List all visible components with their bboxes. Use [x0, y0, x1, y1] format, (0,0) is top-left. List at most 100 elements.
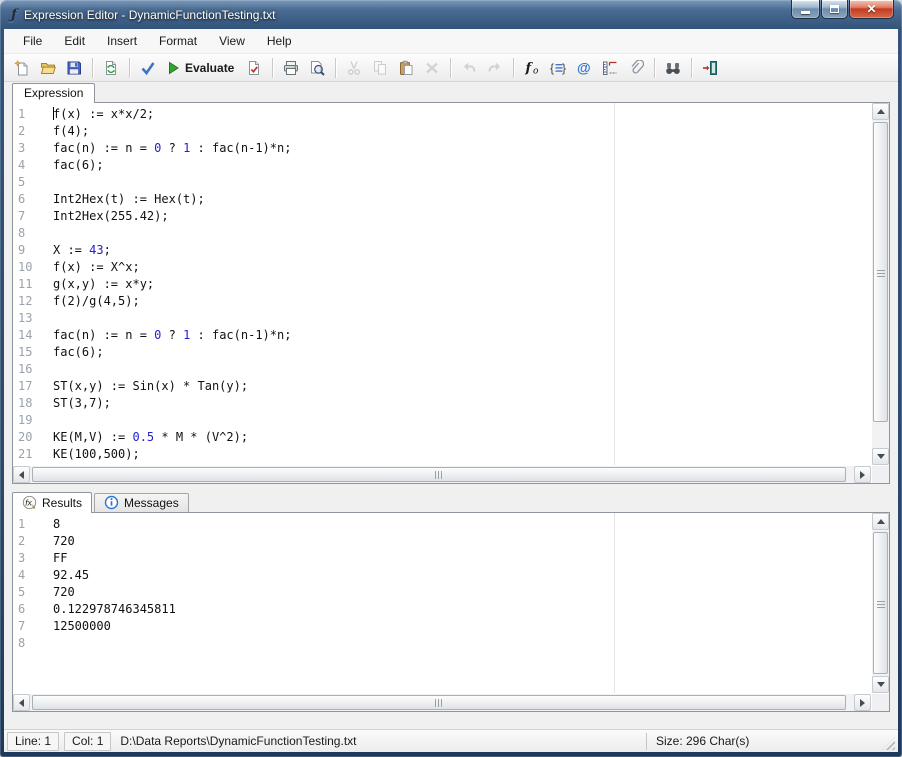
resize-grip[interactable] — [882, 737, 895, 750]
menu-edit[interactable]: Edit — [53, 31, 96, 51]
code-line[interactable]: ST(x,y) := Sin(x) * Tan(y); — [53, 378, 871, 395]
find-icon — [665, 60, 681, 76]
expression-list-button[interactable]: {} — [546, 56, 570, 79]
menu-file[interactable]: File — [12, 31, 53, 51]
code-line[interactable]: fac(n) := n = 0 ? 1 : fac(n-1)*n; — [53, 327, 871, 344]
code-line[interactable]: Int2Hex(t) := Hex(t); — [53, 191, 871, 208]
maximize-button[interactable] — [821, 0, 848, 19]
output-tabstrip: fx Results Messages — [12, 490, 890, 512]
results-vscroll-thumb[interactable] — [873, 532, 888, 674]
result-line[interactable]: 8 — [53, 516, 871, 533]
code-line[interactable]: KE(M,V) := 0.5 * M * (V^2); — [53, 429, 871, 446]
code-line[interactable] — [53, 174, 871, 191]
line-number: 18 — [18, 395, 53, 412]
expression-editor[interactable]: 123456789101112131415161718192021 f(x) :… — [12, 102, 890, 484]
editor-horizontal-scrollbar[interactable] — [13, 466, 871, 483]
results-panel[interactable]: 12345678 8720FF92.457200.122978746345811… — [12, 512, 890, 712]
results-vertical-scrollbar[interactable] — [872, 513, 889, 693]
result-line[interactable]: 0.122978746345811 — [53, 601, 871, 618]
redo-button[interactable] — [483, 56, 507, 79]
delete-button[interactable] — [420, 56, 444, 79]
code-line[interactable]: f(2)/g(4,5); — [53, 293, 871, 310]
scroll-down-button[interactable] — [872, 676, 889, 693]
result-line[interactable]: 720 — [53, 533, 871, 550]
code-line[interactable]: f(x) := X^x; — [53, 259, 871, 276]
ruler-button[interactable] — [598, 56, 622, 79]
toolbar-separator — [272, 58, 273, 78]
results-hscroll-thumb[interactable] — [32, 695, 846, 710]
code-line[interactable]: KE(100,500); — [53, 446, 871, 463]
results-output-area[interactable]: 8720FF92.457200.12297874634581112500000 — [53, 513, 871, 693]
exit-icon — [702, 60, 718, 76]
code-line[interactable]: fac(6); — [53, 344, 871, 361]
code-line[interactable]: f(x) := x*x/2; — [53, 106, 871, 123]
code-line[interactable]: g(x,y) := x*y; — [53, 276, 871, 293]
find-button[interactable] — [661, 56, 685, 79]
scroll-grip — [877, 599, 885, 608]
result-line[interactable]: 12500000 — [53, 618, 871, 635]
line-number: 20 — [18, 429, 53, 446]
line-number: 6 — [18, 191, 53, 208]
scroll-up-button[interactable] — [872, 103, 889, 120]
result-line[interactable] — [53, 635, 871, 652]
close-button[interactable]: ✕ — [849, 0, 894, 19]
menu-insert[interactable]: Insert — [96, 31, 148, 51]
close-icon: ✕ — [866, 3, 876, 15]
code-line[interactable]: fac(6); — [53, 157, 871, 174]
toolbar-separator — [654, 58, 655, 78]
refresh-icon — [103, 60, 119, 76]
code-line[interactable]: ST(3,7); — [53, 395, 871, 412]
scroll-right-button[interactable] — [854, 694, 871, 711]
paste-button[interactable] — [394, 56, 418, 79]
code-line[interactable] — [53, 310, 871, 327]
attachment-button[interactable] — [624, 56, 648, 79]
check-syntax-button[interactable] — [136, 56, 160, 79]
title-bar[interactable]: ƒ Expression Editor - DynamicFunctionTes… — [0, 0, 902, 29]
evaluate-button[interactable]: Evaluate — [162, 56, 240, 79]
scroll-right-button[interactable] — [854, 466, 871, 483]
function-button[interactable]: fo — [520, 56, 544, 79]
app-window: ƒ Expression Editor - DynamicFunctionTes… — [0, 0, 902, 757]
evaluate-report-button[interactable] — [242, 56, 266, 79]
exit-button[interactable] — [698, 56, 722, 79]
result-line[interactable]: 720 — [53, 584, 871, 601]
menu-format[interactable]: Format — [148, 31, 208, 51]
scroll-left-button[interactable] — [13, 694, 30, 711]
redo-icon — [487, 60, 503, 76]
code-line[interactable]: fac(n) := n = 0 ? 1 : fac(n-1)*n; — [53, 140, 871, 157]
save-file-button[interactable] — [62, 56, 86, 79]
cut-button[interactable] — [342, 56, 366, 79]
editor-vscroll-thumb[interactable] — [873, 122, 888, 422]
open-file-button[interactable] — [36, 56, 60, 79]
code-line[interactable] — [53, 225, 871, 242]
line-number: 1 — [18, 516, 53, 533]
result-line[interactable]: 92.45 — [53, 567, 871, 584]
scroll-left-button[interactable] — [13, 466, 30, 483]
new-file-button[interactable] — [10, 56, 34, 79]
at-symbol-button[interactable]: @ — [572, 56, 596, 79]
code-line[interactable]: Int2Hex(255.42); — [53, 208, 871, 225]
copy-button[interactable] — [368, 56, 392, 79]
minimize-button[interactable] — [791, 0, 820, 19]
scroll-down-button[interactable] — [872, 448, 889, 465]
results-horizontal-scrollbar[interactable] — [13, 694, 871, 711]
scroll-up-button[interactable] — [872, 513, 889, 530]
code-line[interactable]: X := 43; — [53, 242, 871, 259]
print-button[interactable] — [279, 56, 303, 79]
result-line[interactable]: FF — [53, 550, 871, 567]
undo-button[interactable] — [457, 56, 481, 79]
code-line[interactable]: f(4); — [53, 123, 871, 140]
tab-results[interactable]: fx Results — [12, 492, 92, 513]
editor-vertical-scrollbar[interactable] — [872, 103, 889, 465]
editor-hscroll-thumb[interactable] — [32, 467, 846, 482]
tab-expression[interactable]: Expression — [12, 83, 95, 103]
refresh-button[interactable] — [99, 56, 123, 79]
editor-code-area[interactable]: f(x) := x*x/2;f(4);fac(n) := n = 0 ? 1 :… — [53, 103, 871, 465]
menu-view[interactable]: View — [208, 31, 256, 51]
code-line[interactable] — [53, 361, 871, 378]
code-line[interactable] — [53, 412, 871, 429]
menu-help[interactable]: Help — [256, 31, 303, 51]
tab-messages[interactable]: Messages — [94, 493, 189, 512]
workspace: Expression 12345678910111213141516171819… — [4, 82, 898, 729]
print-preview-button[interactable] — [305, 56, 329, 79]
